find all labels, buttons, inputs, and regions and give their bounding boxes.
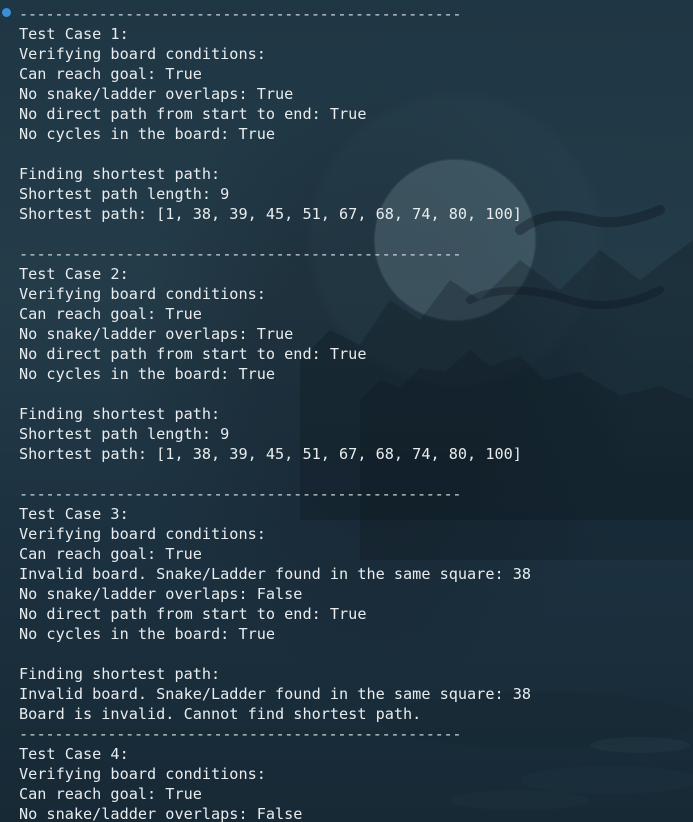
output-line: Verifying board conditions:	[19, 45, 266, 63]
output-line: Invalid board. Snake/Ladder found in the…	[19, 565, 532, 583]
blank-line	[19, 464, 693, 484]
terminal-output-panel[interactable]: ----------------------------------------…	[0, 0, 693, 822]
test-case-heading: Test Case 2:	[19, 265, 129, 283]
output-line: No snake/ladder overlaps: True	[19, 85, 294, 103]
divider-line: ----------------------------------------…	[19, 725, 462, 743]
output-line: Verifying board conditions:	[19, 285, 266, 303]
output-line: Finding shortest path:	[19, 405, 221, 423]
test-case-heading: Test Case 3:	[19, 505, 129, 523]
test-case-heading: Test Case 1:	[19, 25, 129, 43]
output-line: No cycles in the board: True	[19, 365, 276, 383]
divider-line: ----------------------------------------…	[19, 5, 462, 23]
status-dot-icon	[2, 8, 11, 17]
divider-line: ----------------------------------------…	[19, 485, 462, 503]
output-line: No snake/ladder overlaps: False	[19, 585, 303, 603]
output-line: Verifying board conditions:	[19, 765, 266, 783]
output-line: Can reach goal: True	[19, 785, 202, 803]
output-line: Board is invalid. Cannot find shortest p…	[19, 705, 422, 723]
output-line: Finding shortest path:	[19, 165, 221, 183]
divider-line: ----------------------------------------…	[19, 245, 462, 263]
output-line: Invalid board. Snake/Ladder found in the…	[19, 685, 532, 703]
test-case-heading: Test Case 4:	[19, 745, 129, 763]
output-line: No snake/ladder overlaps: True	[19, 325, 294, 343]
output-line: No cycles in the board: True	[19, 625, 276, 643]
output-line: Verifying board conditions:	[19, 525, 266, 543]
output-line: Shortest path length: 9	[19, 185, 230, 203]
output-line: Can reach goal: True	[19, 545, 202, 563]
blank-line	[19, 384, 693, 404]
blank-line	[19, 144, 693, 164]
output-line: Shortest path: [1, 38, 39, 45, 51, 67, 6…	[19, 205, 522, 223]
terminal-lines: ----------------------------------------…	[19, 4, 693, 822]
output-line: Shortest path: [1, 38, 39, 45, 51, 67, 6…	[19, 445, 522, 463]
output-line: No snake/ladder overlaps: False	[19, 805, 303, 822]
output-line: No direct path from start to end: True	[19, 105, 367, 123]
output-line: Can reach goal: True	[19, 65, 202, 83]
output-line: No direct path from start to end: True	[19, 605, 367, 623]
blank-line	[19, 224, 693, 244]
output-line: No direct path from start to end: True	[19, 345, 367, 363]
output-line: No cycles in the board: True	[19, 125, 276, 143]
output-line: Shortest path length: 9	[19, 425, 230, 443]
output-line: Finding shortest path:	[19, 665, 221, 683]
output-line: Can reach goal: True	[19, 305, 202, 323]
blank-line	[19, 644, 693, 664]
